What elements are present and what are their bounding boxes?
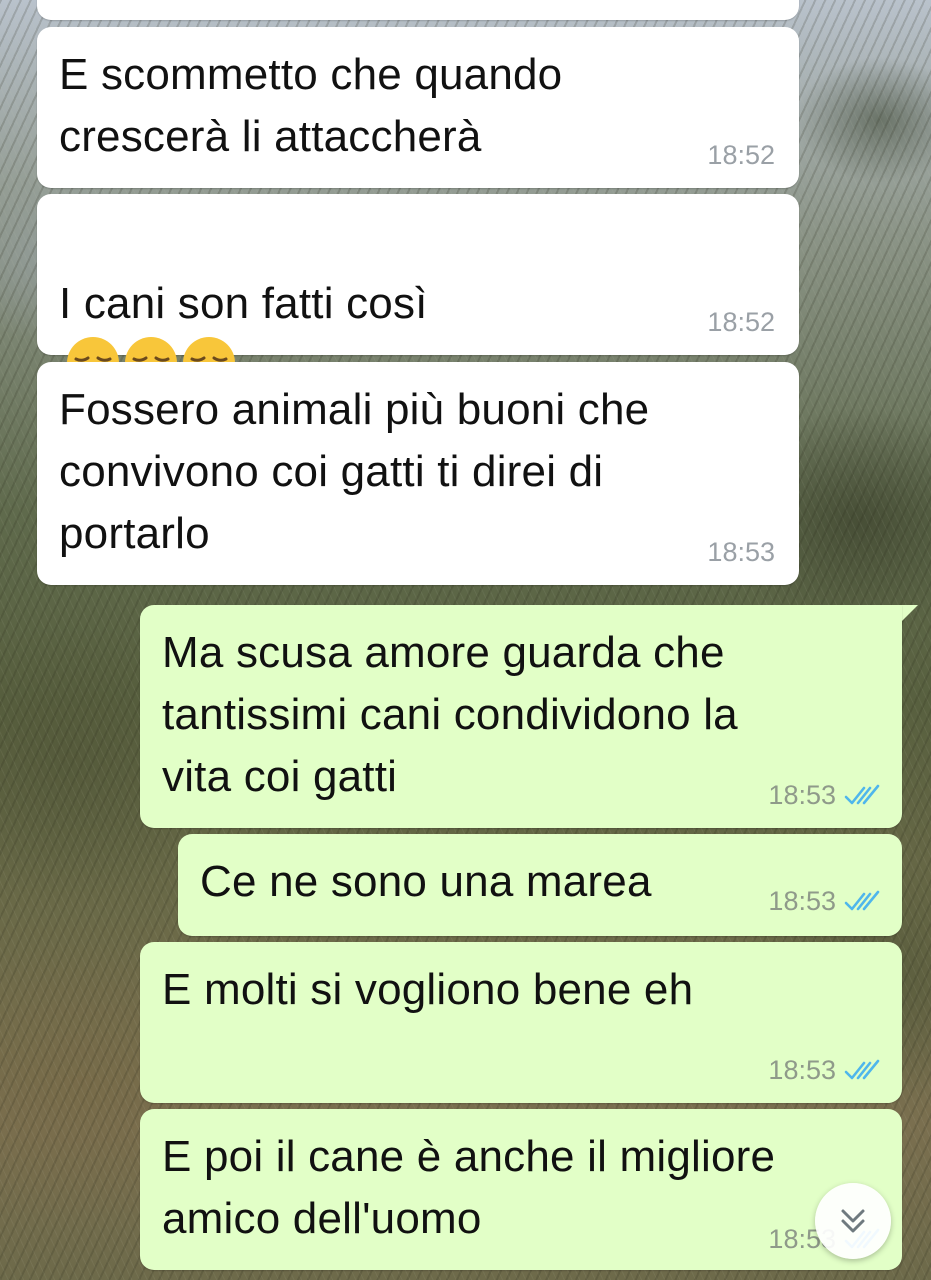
message-bubble-outgoing[interactable]: Ce ne sono una marea 18:53	[178, 834, 902, 936]
message-time: 18:52	[707, 140, 775, 170]
message-bubble-incoming[interactable]: I cani son fatti così 18:52	[37, 194, 799, 389]
double-chevron-down-icon	[841, 1209, 865, 1233]
message-time: 18:52	[707, 307, 775, 337]
message-bubble-incoming[interactable]: Fossero animali più buoni che convivono …	[37, 362, 799, 585]
message-text: Ma scusa amore guarda che tantissimi can…	[162, 628, 738, 801]
message-bubble-outgoing[interactable]: Ma scusa amore guarda che tantissimi can…	[140, 605, 902, 828]
double-check-icon	[844, 890, 880, 910]
message-time: 18:53	[707, 537, 775, 567]
message-bubble-incoming[interactable]: E scommetto che quando crescerà li attac…	[37, 27, 799, 188]
scroll-to-bottom-button[interactable]	[815, 1183, 891, 1259]
message-bubble-outgoing[interactable]: E poi il cane è anche il migliore amico …	[140, 1109, 902, 1270]
message-text: E molti si vogliono bene eh	[162, 965, 694, 1014]
message-bubble-outgoing[interactable]: E molti si vogliono bene eh 18:53	[140, 942, 902, 1103]
message-time: 18:53	[768, 780, 836, 810]
double-check-icon	[844, 784, 880, 804]
message-text: E scommetto che quando crescerà li attac…	[59, 50, 563, 161]
message-time: 18:53	[768, 886, 836, 916]
message-text-content: I cani son fatti così	[59, 279, 428, 328]
message-text: Fossero animali più buoni che convivono …	[59, 385, 650, 558]
message-text: E poi il cane è anche il migliore amico …	[162, 1132, 776, 1243]
message-bubble-incoming-partial[interactable]	[37, 0, 799, 20]
double-check-icon	[844, 1059, 880, 1079]
message-time: 18:53	[768, 1055, 836, 1085]
message-text: Ce ne sono una marea	[200, 857, 652, 906]
